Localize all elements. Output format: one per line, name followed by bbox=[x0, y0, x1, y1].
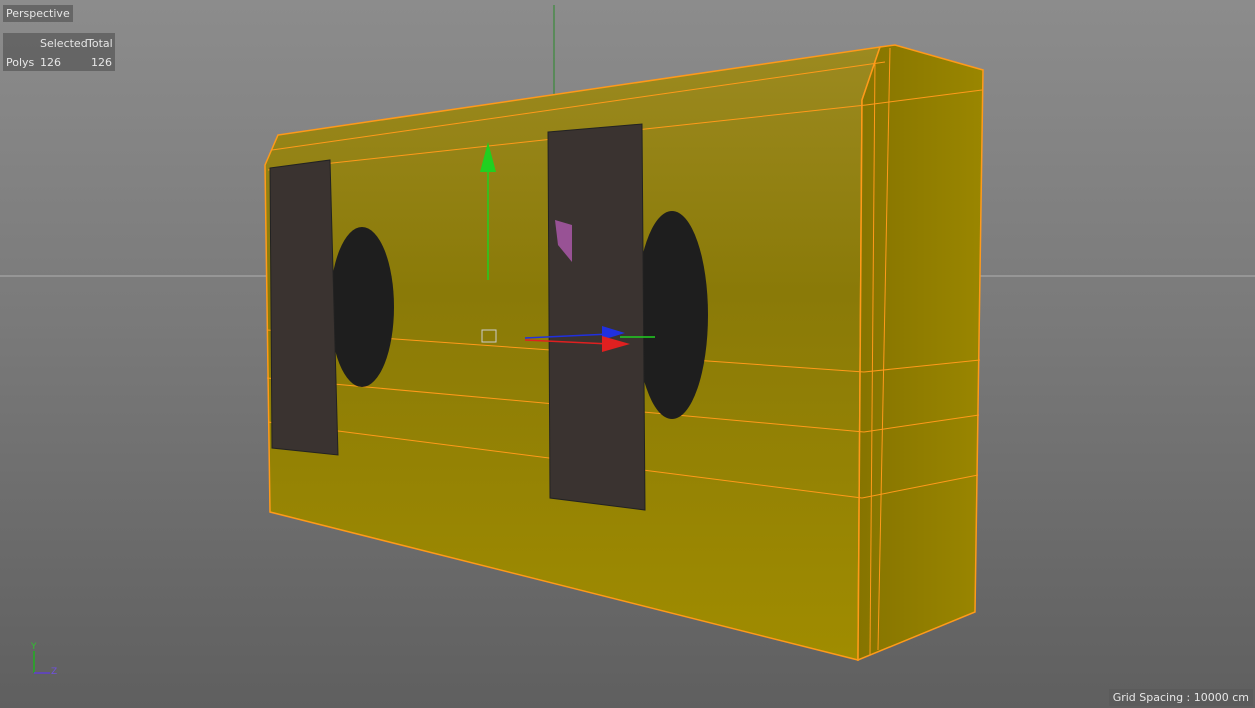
stats-selected-value: 126 bbox=[40, 56, 61, 69]
3d-viewport[interactable]: Perspective Selected Total Polys 126 126… bbox=[0, 0, 1255, 708]
wheel-left[interactable] bbox=[330, 227, 394, 387]
box-object[interactable] bbox=[264, 44, 984, 662]
wheel-right[interactable] bbox=[636, 211, 708, 419]
panel-right[interactable] bbox=[547, 123, 646, 511]
grid-spacing-label: Grid Spacing : 10000 cm bbox=[1108, 689, 1253, 706]
poly-stats-panel: Selected Total Polys 126 126 bbox=[3, 33, 115, 71]
stats-col-selected: Selected bbox=[40, 37, 88, 50]
box-side-face[interactable] bbox=[857, 44, 984, 662]
stats-total-value: 126 bbox=[91, 56, 112, 69]
stats-row-label: Polys bbox=[6, 56, 35, 69]
scene-render bbox=[0, 5, 1255, 662]
stats-col-total: Total bbox=[87, 37, 113, 50]
panel-left[interactable] bbox=[269, 159, 339, 456]
axis-z-label: Z bbox=[51, 667, 58, 677]
camera-label[interactable]: Perspective bbox=[3, 5, 73, 22]
axis-y-label: Y bbox=[31, 642, 37, 652]
